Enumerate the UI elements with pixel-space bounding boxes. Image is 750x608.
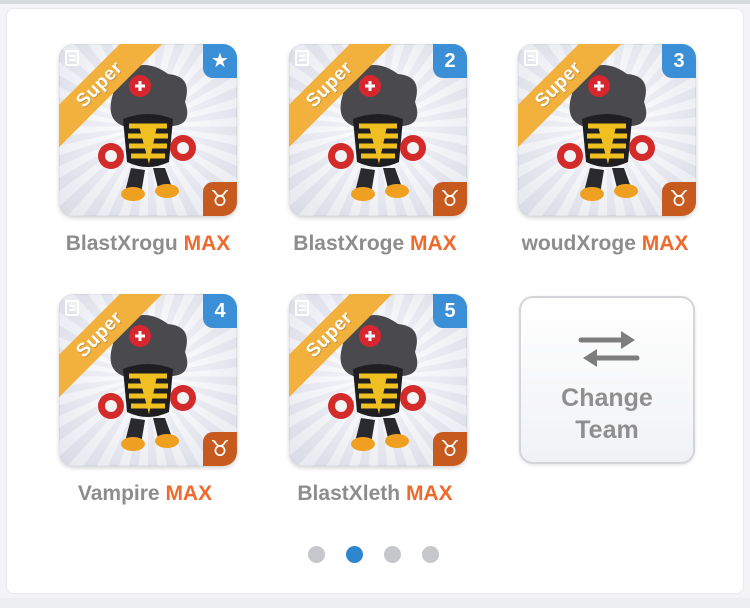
change-team-line2: Team — [575, 416, 639, 444]
taurus-sign-icon: ♉ — [203, 182, 237, 216]
top-divider — [0, 0, 750, 4]
level-max-label: MAX — [165, 482, 213, 505]
level-max-label: MAX — [183, 232, 231, 255]
team-slot-3-name: woudXroge MAX — [490, 232, 720, 256]
page-dot-4[interactable] — [422, 546, 439, 563]
page-dot-2[interactable] — [346, 546, 363, 563]
document-icon — [65, 50, 79, 66]
level-max-label: MAX — [405, 482, 453, 505]
team-slot-2-name: BlastXroge MAX — [260, 232, 490, 256]
team-slot-1-card[interactable]: Super ★ ♉ — [59, 44, 237, 216]
change-team-line1: Change — [561, 384, 653, 412]
leader-star-icon: ★ — [203, 44, 237, 78]
slot-number-badge: 3 — [662, 44, 696, 78]
team-slot-5-card[interactable]: Super 5 ♉ — [289, 294, 467, 466]
page-dot-3[interactable] — [384, 546, 401, 563]
document-icon — [295, 300, 309, 316]
slot-number-badge: 4 — [203, 294, 237, 328]
swap-arrows-icon — [578, 331, 640, 367]
page-dot-1[interactable] — [308, 546, 325, 563]
monster-name: BlastXleth — [297, 482, 401, 505]
slot-number-badge: 5 — [433, 294, 467, 328]
level-max-label: MAX — [410, 232, 457, 255]
monster-name: Vampire — [77, 482, 160, 505]
team-slot-5-name: BlastXleth MAX — [260, 482, 490, 506]
slot-number-badge: 2 — [433, 44, 467, 78]
team-slot-4-name: Vampire MAX — [30, 482, 260, 506]
level-max-label: MAX — [641, 232, 689, 255]
bottom-divider — [0, 598, 750, 608]
team-slot-2-card[interactable]: Super 2 ♉ — [289, 44, 467, 216]
taurus-sign-icon: ♉ — [433, 432, 467, 466]
change-team-label: Change Team — [521, 382, 693, 446]
document-icon — [524, 50, 538, 66]
taurus-sign-icon: ♉ — [662, 182, 696, 216]
monster-name: BlastXrogu — [65, 232, 178, 255]
document-icon — [295, 50, 309, 66]
team-slot-3-card[interactable]: Super 3 ♉ — [518, 44, 696, 216]
change-team-button[interactable]: Change Team — [519, 296, 695, 464]
monster-name: woudXroge — [521, 232, 636, 255]
document-icon — [65, 300, 79, 316]
monster-name: BlastXroge — [293, 232, 405, 255]
taurus-sign-icon: ♉ — [203, 432, 237, 466]
team-slot-4-card[interactable]: Super 4 ♉ — [59, 294, 237, 466]
team-slot-1-name: BlastXrogu MAX — [33, 232, 263, 256]
taurus-sign-icon: ♉ — [433, 182, 467, 216]
